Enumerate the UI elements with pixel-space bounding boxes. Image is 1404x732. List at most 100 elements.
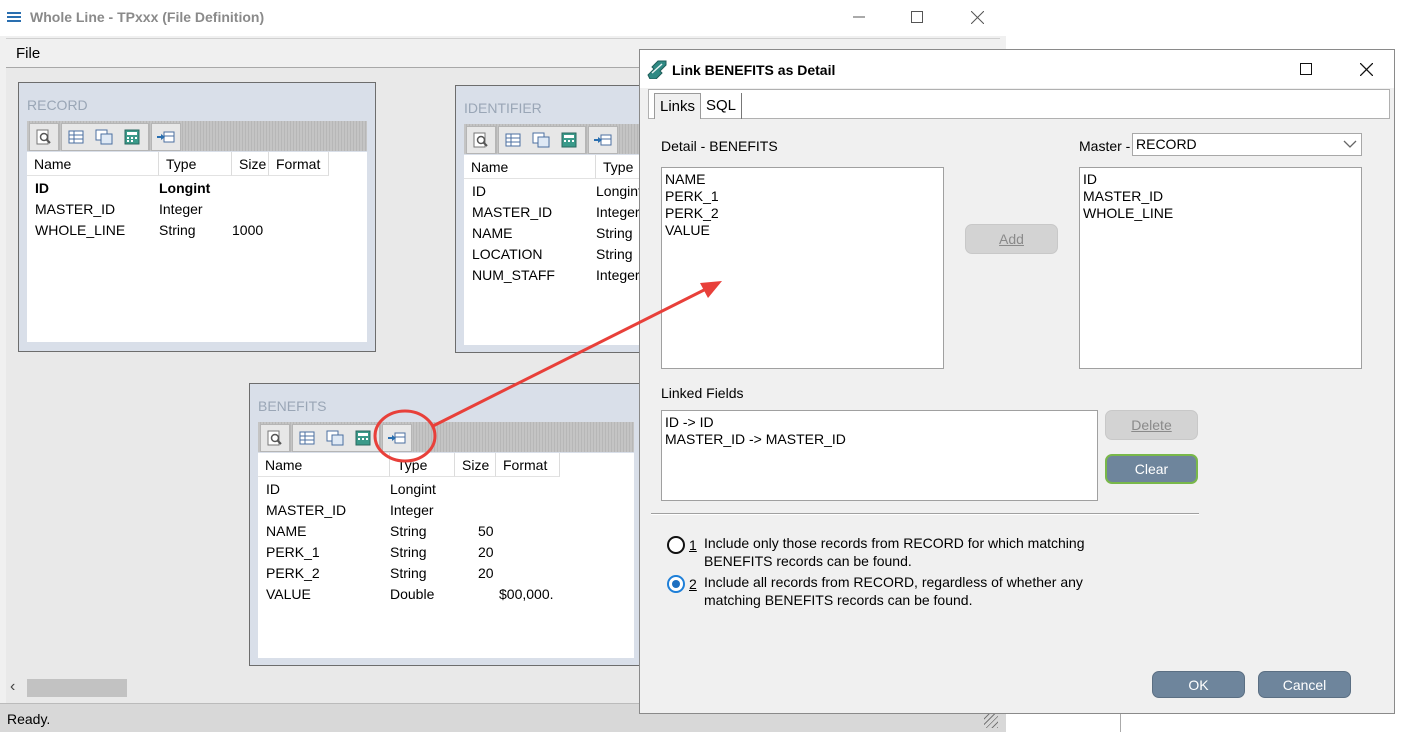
- table-icon[interactable]: [67, 129, 85, 145]
- field-name[interactable]: ID: [472, 183, 486, 199]
- option-1-number[interactable]: 1: [689, 537, 697, 553]
- calculator-icon[interactable]: [123, 129, 141, 145]
- table-icon[interactable]: [298, 430, 316, 446]
- panel-title: RECORD: [27, 97, 88, 113]
- calculator-icon[interactable]: [354, 430, 372, 446]
- list-item[interactable]: MASTER_ID -> MASTER_ID: [665, 431, 1094, 448]
- field-type: Double: [390, 586, 435, 602]
- table-panel-benefits[interactable]: BENEFITS Name Type Size Format ID Longin…: [249, 383, 641, 666]
- panel-title: BENEFITS: [258, 398, 327, 414]
- dialog-close-button[interactable]: [1344, 56, 1388, 82]
- preview-icon[interactable]: [472, 132, 490, 148]
- link-detail-icon[interactable]: [594, 132, 612, 148]
- cancel-button[interactable]: Cancel: [1258, 671, 1351, 698]
- list-item[interactable]: NAME: [665, 171, 940, 188]
- column-header-size[interactable]: Size: [232, 152, 269, 176]
- field-name[interactable]: WHOLE_LINE: [35, 222, 125, 238]
- list-item[interactable]: ID: [1083, 171, 1358, 188]
- list-item[interactable]: WHOLE_LINE: [1083, 205, 1358, 222]
- cancel-button-label: Cancel: [1282, 676, 1327, 693]
- field-name[interactable]: VALUE: [266, 586, 311, 602]
- add-button[interactable]: Add: [965, 224, 1058, 254]
- field-name[interactable]: LOCATION: [472, 246, 543, 262]
- status-text: Ready.: [7, 711, 51, 727]
- column-header-type[interactable]: Type: [159, 152, 232, 176]
- list-item[interactable]: PERK_2: [665, 205, 940, 222]
- linked-fields-list[interactable]: ID -> ID MASTER_ID -> MASTER_ID: [661, 410, 1098, 501]
- option-2-text[interactable]: Include all records from RECORD, regardl…: [704, 573, 1104, 609]
- field-name[interactable]: MASTER_ID: [266, 502, 346, 518]
- field-type: Integer: [159, 201, 203, 217]
- column-header-type[interactable]: Type: [390, 453, 455, 477]
- tab-links[interactable]: Links: [654, 93, 702, 119]
- field-name[interactable]: MASTER_ID: [35, 201, 115, 217]
- column-header-name[interactable]: Name: [27, 152, 159, 176]
- background-window: [1006, 714, 1121, 732]
- field-name[interactable]: PERK_2: [266, 565, 320, 581]
- table-panel-record[interactable]: RECORD Name Type Size Format ID Longint …: [18, 82, 376, 352]
- menu-file[interactable]: File: [16, 45, 40, 62]
- horizontal-scrollbar[interactable]: ‹: [6, 676, 636, 700]
- column-header-format[interactable]: Format: [496, 453, 560, 477]
- option-1-text[interactable]: Include only those records from RECORD f…: [704, 534, 1104, 570]
- maximize-button[interactable]: [894, 0, 940, 34]
- link-detail-icon[interactable]: [157, 129, 175, 145]
- field-size: 20: [478, 544, 494, 560]
- field-type: Longint: [159, 180, 211, 196]
- preview-icon[interactable]: [35, 129, 53, 145]
- form-view-icon[interactable]: [326, 430, 344, 446]
- master-fields-list[interactable]: ID MASTER_ID WHOLE_LINE: [1079, 167, 1362, 369]
- clear-button[interactable]: Clear: [1105, 454, 1198, 484]
- detail-fields-list[interactable]: NAME PERK_1 PERK_2 VALUE: [661, 167, 944, 369]
- scrollbar-thumb[interactable]: [27, 679, 127, 697]
- table-panel-identifier[interactable]: IDENTIFIER Name Type ID Longint MASTER_I…: [455, 85, 646, 353]
- field-type: Longint: [596, 183, 642, 199]
- list-item[interactable]: VALUE: [665, 222, 940, 239]
- form-view-icon[interactable]: [532, 132, 550, 148]
- field-name[interactable]: NAME: [266, 523, 306, 539]
- ok-button[interactable]: OK: [1152, 671, 1245, 698]
- detail-label: Detail - BENEFITS: [661, 138, 778, 154]
- join-option-2-radio[interactable]: [667, 575, 685, 593]
- column-header-format[interactable]: Format: [269, 152, 329, 176]
- clear-button-label: Clear: [1134, 461, 1169, 477]
- maximize-icon: [911, 11, 923, 23]
- field-name[interactable]: ID: [266, 481, 280, 497]
- calculator-icon[interactable]: [560, 132, 578, 148]
- field-name[interactable]: MASTER_ID: [472, 204, 552, 220]
- delete-button[interactable]: Delete: [1105, 410, 1198, 440]
- scroll-left-icon[interactable]: ‹: [10, 678, 15, 696]
- tab-strip: Links SQL: [648, 89, 1390, 119]
- field-name[interactable]: ID: [35, 180, 49, 196]
- column-header-name[interactable]: Name: [258, 453, 390, 477]
- list-item[interactable]: ID -> ID: [665, 414, 1094, 431]
- master-table-select[interactable]: RECORD: [1132, 133, 1362, 156]
- join-option-1-radio[interactable]: [667, 536, 685, 554]
- option-2-number[interactable]: 2: [689, 576, 697, 592]
- form-view-icon[interactable]: [95, 129, 113, 145]
- close-button[interactable]: [954, 0, 1000, 34]
- field-type: String: [159, 222, 196, 238]
- list-item[interactable]: MASTER_ID: [1083, 188, 1358, 205]
- field-name[interactable]: NUM_STAFF: [472, 267, 555, 283]
- minimize-button[interactable]: [836, 0, 882, 34]
- field-type: String: [596, 246, 633, 262]
- link-detail-icon[interactable]: [388, 430, 406, 446]
- add-button-label: Add: [999, 231, 1024, 247]
- master-select-value: RECORD: [1136, 136, 1197, 152]
- tab-sql[interactable]: SQL: [701, 93, 743, 119]
- table-icon[interactable]: [504, 132, 522, 148]
- field-size: 50: [478, 523, 494, 539]
- separator: [651, 513, 1199, 515]
- column-header-name[interactable]: Name: [464, 155, 596, 179]
- list-item[interactable]: PERK_1: [665, 188, 940, 205]
- field-name[interactable]: NAME: [472, 225, 512, 241]
- column-header-size[interactable]: Size: [455, 453, 496, 477]
- panel-toolbar: [27, 121, 367, 151]
- preview-icon[interactable]: [266, 430, 284, 446]
- field-type: String: [390, 565, 427, 581]
- dialog-maximize-button[interactable]: [1284, 56, 1328, 82]
- radio-selected-dot: [672, 580, 680, 588]
- field-name[interactable]: PERK_1: [266, 544, 320, 560]
- resize-grip-icon[interactable]: [984, 714, 998, 728]
